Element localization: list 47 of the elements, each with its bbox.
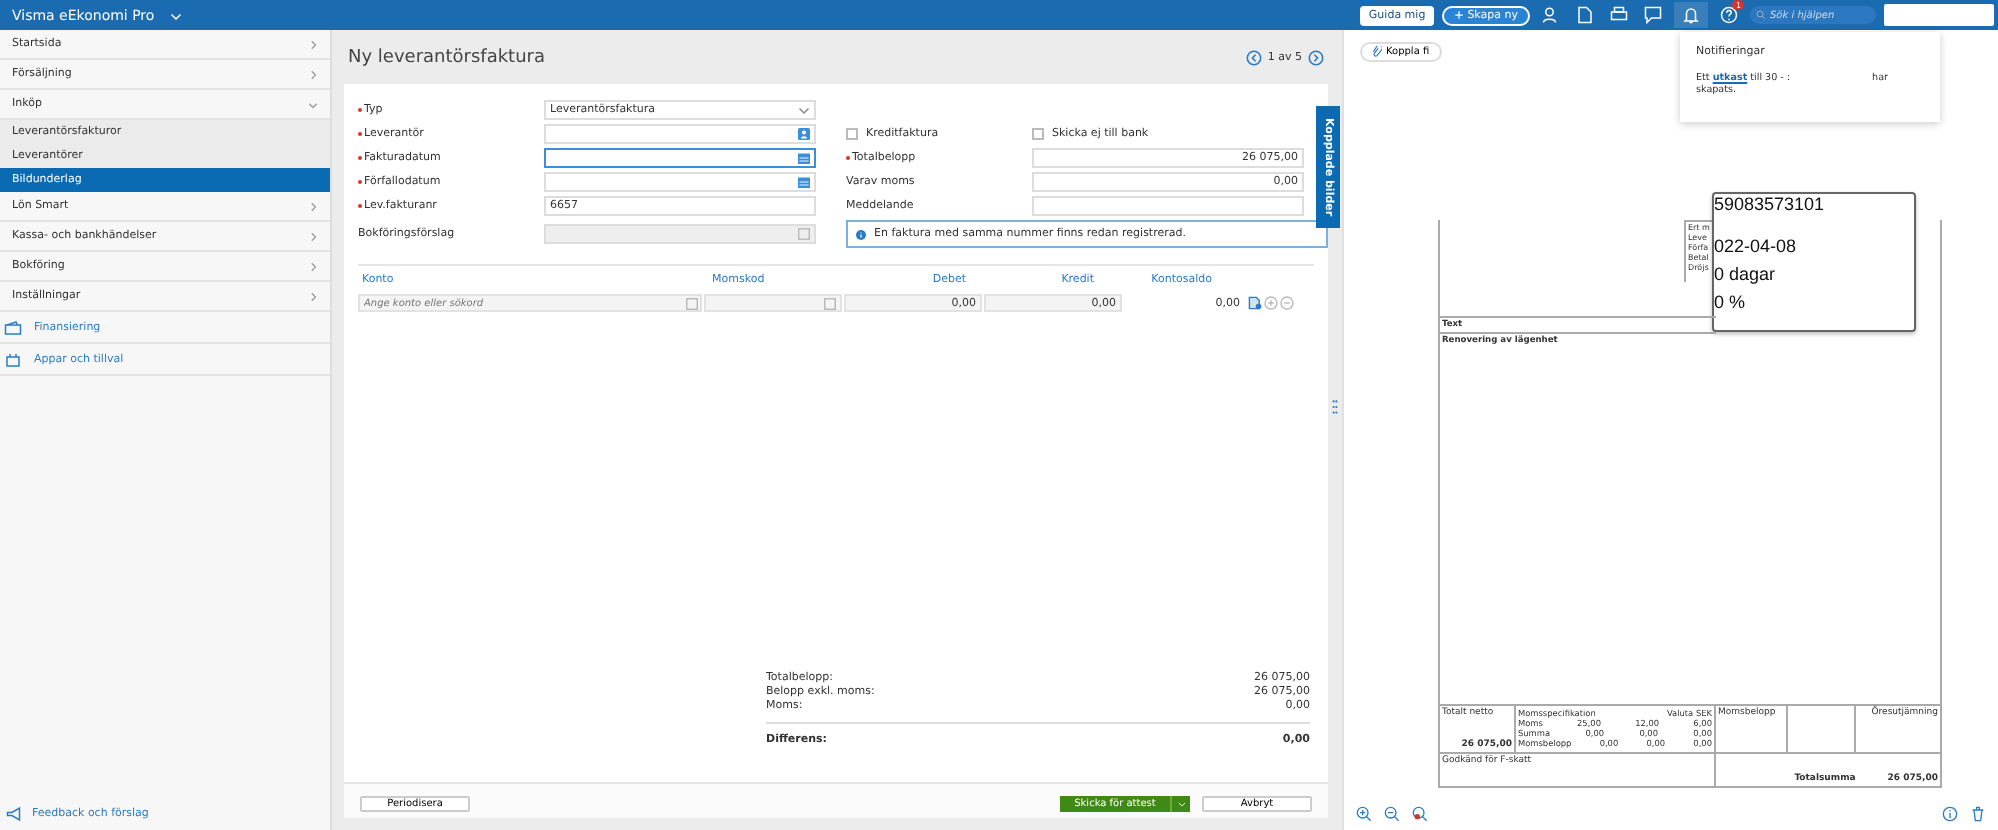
- chevron-icon: [308, 69, 318, 79]
- chevron-icon: [308, 231, 318, 241]
- checkbox[interactable]: [846, 128, 858, 140]
- page-title: Ny leverantörsfaktura: [348, 47, 546, 67]
- next-icon[interactable]: [1308, 49, 1324, 65]
- search-icon: [1756, 10, 1766, 20]
- zoom-in-icon[interactable]: [1356, 806, 1372, 822]
- plus-icon: [1453, 10, 1464, 20]
- trash-icon[interactable]: [1970, 806, 1986, 822]
- lookup-icon: [798, 228, 810, 240]
- input-field[interactable]: [544, 148, 816, 168]
- help-icon[interactable]: [1720, 6, 1738, 24]
- contact-card-icon: [798, 128, 810, 140]
- chevron-icon: [308, 261, 318, 271]
- document-value: 022-04-08: [1714, 236, 1799, 260]
- chat-icon[interactable]: [1644, 6, 1662, 24]
- info-icon[interactable]: [1942, 806, 1958, 822]
- chevron-icon: [308, 39, 318, 49]
- megaphone-icon: [6, 806, 24, 822]
- calendar-icon: [798, 176, 810, 188]
- info-icon: [856, 229, 866, 239]
- chevron-icon: [308, 291, 318, 301]
- add-row-icon[interactable]: [1264, 296, 1278, 310]
- document-add-icon[interactable]: [1248, 296, 1262, 310]
- chevron-icon: [308, 99, 318, 109]
- printer-icon[interactable]: [1610, 6, 1628, 24]
- lookup-icon: [686, 297, 698, 309]
- caret-icon: [798, 104, 810, 116]
- vat-code-field[interactable]: [704, 294, 842, 312]
- document-icon[interactable]: [1576, 6, 1594, 24]
- person-icon[interactable]: [1542, 6, 1560, 24]
- drag-handle-icon[interactable]: [1332, 400, 1338, 414]
- chevron-icon: [308, 201, 318, 211]
- caret-icon[interactable]: [170, 9, 183, 21]
- zoom-reset-icon[interactable]: [1412, 806, 1428, 822]
- document-value: 0 %: [1714, 292, 1748, 316]
- document-value: 59083573101: [1714, 194, 1827, 218]
- zoom-out-icon[interactable]: [1384, 806, 1400, 822]
- calendar-icon: [798, 152, 810, 164]
- paperclip-icon: [1372, 46, 1382, 58]
- checkbox[interactable]: [1032, 128, 1044, 140]
- previous-icon[interactable]: [1245, 49, 1262, 65]
- wallet-icon: [4, 319, 22, 335]
- bell-icon[interactable]: [1682, 6, 1700, 24]
- lookup-icon: [824, 297, 836, 309]
- remove-row-icon[interactable]: [1280, 296, 1294, 310]
- document-value: 0 dagar: [1714, 264, 1778, 288]
